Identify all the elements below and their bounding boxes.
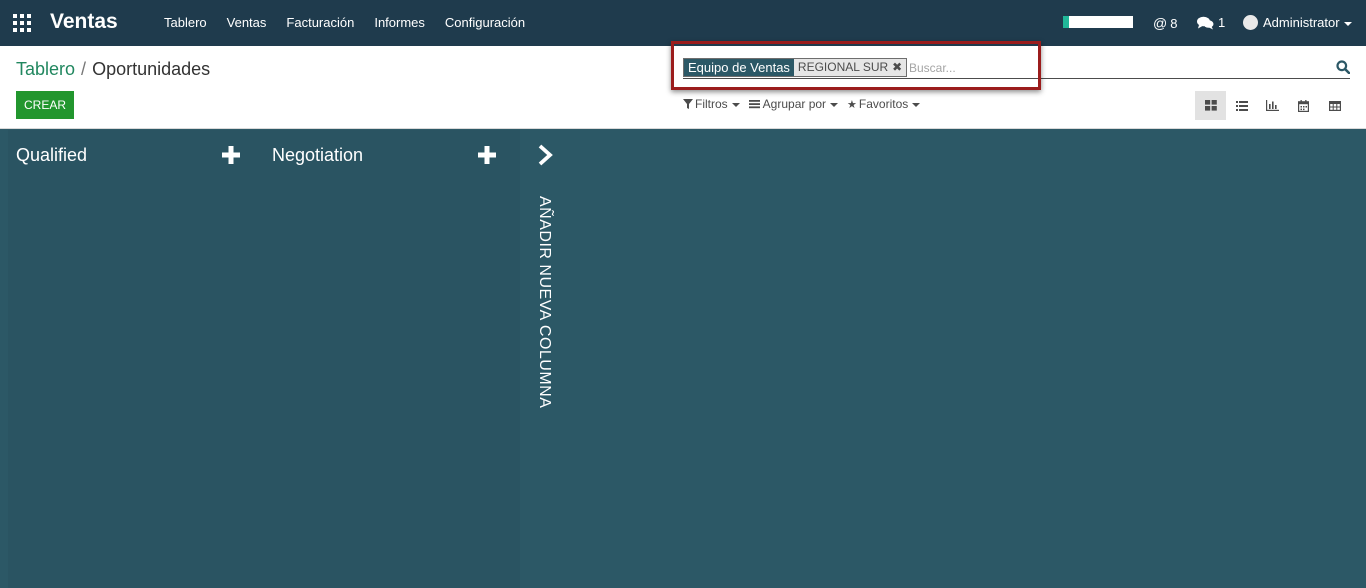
comments-icon bbox=[1197, 16, 1214, 30]
filter-icon bbox=[683, 99, 693, 109]
chevron-right-icon[interactable] bbox=[537, 144, 555, 166]
chevron-down-icon bbox=[830, 102, 839, 107]
breadcrumb-link-tablero[interactable]: Tablero bbox=[16, 59, 75, 79]
breadcrumb-current: Oportunidades bbox=[92, 59, 211, 79]
menu-item-configuracion[interactable]: Configuración bbox=[445, 0, 525, 46]
kanban-view-button[interactable] bbox=[1195, 91, 1226, 120]
chevron-down-icon bbox=[731, 102, 740, 107]
filters-dropdown[interactable]: Filtros bbox=[683, 97, 740, 111]
table-icon bbox=[1328, 100, 1341, 111]
groupby-label: Agrupar por bbox=[762, 97, 827, 111]
mentions-indicator[interactable]: @8 bbox=[1153, 0, 1177, 46]
messages-indicator[interactable]: 1 bbox=[1197, 0, 1225, 46]
chevron-down-icon bbox=[912, 102, 921, 107]
favorites-label: Favoritos bbox=[858, 97, 909, 111]
pivot-view-button[interactable] bbox=[1319, 91, 1350, 120]
calendar-view-button[interactable] bbox=[1288, 91, 1319, 120]
graph-view-button[interactable] bbox=[1257, 91, 1288, 120]
breadcrumb: Tablero / Oportunidades bbox=[16, 59, 210, 80]
messages-count: 1 bbox=[1218, 15, 1226, 30]
progress-fill bbox=[1063, 16, 1069, 28]
bar-chart-icon bbox=[1266, 100, 1279, 111]
view-switcher bbox=[1195, 91, 1350, 120]
favorites-dropdown[interactable]: ★ Favoritos bbox=[847, 97, 921, 111]
mentions-count: 8 bbox=[1170, 16, 1178, 31]
avatar bbox=[1243, 15, 1258, 31]
list-view-button[interactable] bbox=[1226, 91, 1257, 120]
filters-label: Filtros bbox=[695, 97, 728, 111]
create-button[interactable]: CREAR bbox=[16, 91, 74, 119]
add-column-label[interactable]: AÑADIR NUEVA COLUMNA bbox=[535, 196, 553, 408]
kanban-board: Qualified Negotiation AÑADIR NUEVA COLUM… bbox=[0, 130, 1366, 588]
bars-icon bbox=[748, 100, 760, 109]
groupby-dropdown[interactable]: Agrupar por bbox=[748, 97, 839, 111]
calendar-icon bbox=[1298, 99, 1309, 112]
chevron-down-icon bbox=[1343, 21, 1352, 26]
menu-item-informes[interactable]: Informes bbox=[374, 0, 425, 46]
menu-item-ventas[interactable]: Ventas bbox=[227, 0, 267, 46]
main-menu: Tablero Ventas Facturación Informes Conf… bbox=[164, 0, 545, 46]
loading-progress-bar bbox=[1063, 16, 1133, 28]
user-name: Administrator bbox=[1263, 15, 1340, 30]
column-title[interactable]: Qualified bbox=[16, 145, 87, 166]
menu-item-facturacion[interactable]: Facturación bbox=[286, 0, 354, 46]
star-icon: ★ bbox=[847, 99, 857, 111]
search-highlight-box bbox=[671, 41, 1041, 90]
search-options: Filtros Agrupar por ★ Favoritos bbox=[683, 97, 929, 111]
at-icon: @ bbox=[1153, 15, 1168, 31]
list-icon bbox=[1235, 100, 1248, 111]
kanban-column-negotiation: Negotiation bbox=[264, 130, 520, 588]
search-icon[interactable] bbox=[1336, 60, 1350, 74]
menu-item-tablero[interactable]: Tablero bbox=[164, 0, 207, 46]
user-menu[interactable]: Administrator bbox=[1243, 0, 1352, 46]
breadcrumb-separator: / bbox=[81, 59, 87, 79]
kanban-column-qualified: Qualified bbox=[8, 130, 264, 588]
add-card-icon[interactable] bbox=[477, 145, 497, 165]
column-title[interactable]: Negotiation bbox=[272, 145, 363, 166]
add-card-icon[interactable] bbox=[221, 145, 241, 165]
app-title: Ventas bbox=[50, 10, 118, 33]
top-navbar: Ventas Tablero Ventas Facturación Inform… bbox=[0, 0, 1366, 46]
apps-grid-icon[interactable] bbox=[13, 14, 31, 32]
kanban-icon bbox=[1204, 100, 1217, 111]
